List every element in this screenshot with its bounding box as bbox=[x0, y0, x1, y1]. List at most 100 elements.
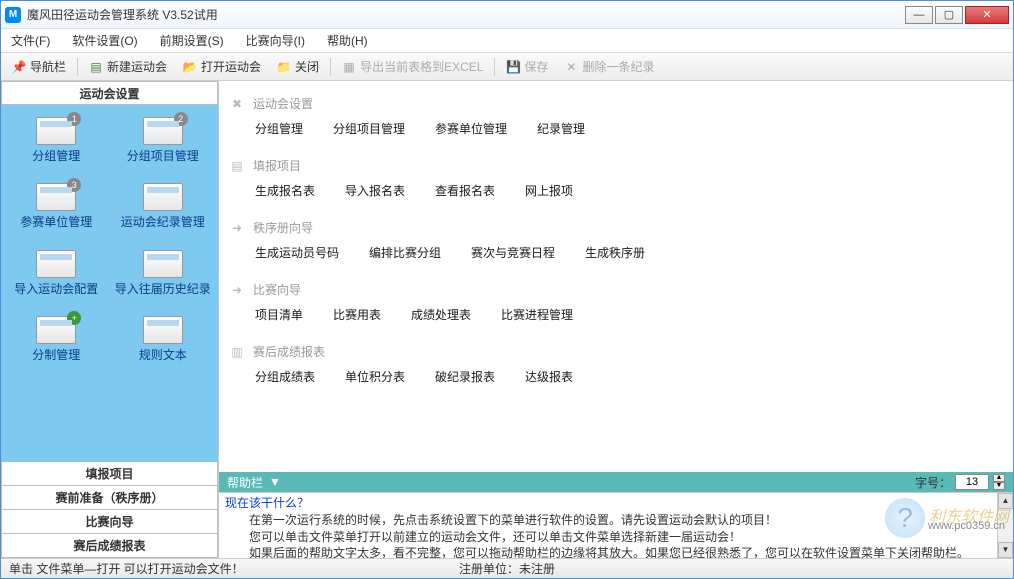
link-4-0[interactable]: 分组成绩表 bbox=[255, 368, 315, 385]
sidebar-item-4[interactable]: 导入运动会配置 bbox=[5, 244, 108, 302]
toolbar-new-games[interactable]: ▤ 新建运动会 bbox=[82, 55, 174, 78]
link-4-3[interactable]: 达级报表 bbox=[525, 368, 573, 385]
sidebar-item-1[interactable]: 2 分组项目管理 bbox=[112, 111, 215, 169]
sidebar-item-label: 分组管理 bbox=[32, 149, 80, 163]
table-icon bbox=[143, 183, 183, 211]
table-icon bbox=[143, 316, 183, 344]
section-title: 赛后成绩报表 bbox=[253, 343, 325, 360]
toolbar-open-label: 打开运动会 bbox=[201, 58, 261, 75]
toolbar-delete-record[interactable]: ✕ 删除一条纪录 bbox=[557, 55, 661, 78]
toolbar-open-games[interactable]: 📂 打开运动会 bbox=[176, 55, 268, 78]
sidebar-item-label: 规则文本 bbox=[139, 348, 187, 362]
report-icon: ▥ bbox=[229, 344, 245, 360]
sidebar-header-settings[interactable]: 运动会设置 bbox=[1, 81, 218, 105]
link-1-3[interactable]: 网上报项 bbox=[525, 182, 573, 199]
toolbar-delete-label: 删除一条纪录 bbox=[582, 58, 654, 75]
toolbar-close[interactable]: 📁 关闭 bbox=[270, 55, 326, 78]
menu-pre-settings[interactable]: 前期设置(S) bbox=[156, 30, 228, 51]
sidebar-section-0[interactable]: 填报项目 bbox=[1, 462, 218, 486]
minimize-button[interactable]: — bbox=[905, 6, 933, 24]
link-0-0[interactable]: 分组管理 bbox=[255, 120, 303, 137]
sidebar-item-3[interactable]: 运动会纪录管理 bbox=[112, 177, 215, 235]
link-2-2[interactable]: 赛次与竞赛日程 bbox=[471, 244, 555, 261]
font-size-input[interactable] bbox=[955, 474, 989, 490]
table-icon: 2 bbox=[143, 117, 183, 145]
badge: 3 bbox=[67, 178, 81, 192]
maximize-button[interactable]: ▢ bbox=[935, 6, 963, 24]
section-title: 秩序册向导 bbox=[253, 219, 313, 236]
sidebar-section-3[interactable]: 赛后成绩报表 bbox=[1, 534, 218, 558]
link-0-3[interactable]: 纪录管理 bbox=[537, 120, 585, 137]
link-1-2[interactable]: 查看报名表 bbox=[435, 182, 495, 199]
link-1-1[interactable]: 导入报名表 bbox=[345, 182, 405, 199]
sidebar-section-1[interactable]: 赛前准备（秩序册） bbox=[1, 486, 218, 510]
menu-competition-wizard[interactable]: 比赛向导(I) bbox=[242, 30, 309, 51]
table-icon: 3 bbox=[36, 183, 76, 211]
section-head-0: ✖运动会设置 bbox=[229, 95, 1003, 112]
section-head-1: ▤ 填报项目 bbox=[229, 157, 1003, 174]
sidebar-item-7[interactable]: 规则文本 bbox=[112, 310, 215, 368]
scroll-up-icon[interactable]: ▲ bbox=[998, 493, 1013, 509]
link-2-3[interactable]: 生成秩序册 bbox=[585, 244, 645, 261]
toolbar-close-label: 关闭 bbox=[295, 58, 319, 75]
toolbar-save-label: 保存 bbox=[524, 58, 548, 75]
section-title: 比赛向导 bbox=[253, 281, 301, 298]
separator bbox=[330, 58, 331, 76]
sidebar-item-6[interactable]: + 分制管理 bbox=[5, 310, 108, 368]
sidebar-item-label: 导入往届历史纪录 bbox=[115, 282, 211, 296]
link-0-1[interactable]: 分组项目管理 bbox=[333, 120, 405, 137]
tools-icon: ✖ bbox=[229, 96, 245, 112]
delete-icon: ✕ bbox=[564, 60, 578, 74]
sidebar-section-2[interactable]: 比赛向导 bbox=[1, 510, 218, 534]
save-icon: 💾 bbox=[506, 60, 520, 74]
link-2-0[interactable]: 生成运动员号码 bbox=[255, 244, 339, 261]
status-left: 单击 文件菜单—打开 可以打开运动会文件！ bbox=[9, 560, 244, 577]
status-reg-value: 未注册 bbox=[519, 562, 555, 576]
menu-help[interactable]: 帮助(H) bbox=[323, 30, 372, 51]
folder-icon: 📁 bbox=[277, 60, 291, 74]
folder-open-icon: 📂 bbox=[183, 60, 197, 74]
link-2-1[interactable]: 编排比赛分组 bbox=[369, 244, 441, 261]
link-0-2[interactable]: 参赛单位管理 bbox=[435, 120, 507, 137]
table-icon: + bbox=[36, 316, 76, 344]
badge: 1 bbox=[67, 112, 81, 126]
font-size-up[interactable]: ▲ bbox=[993, 474, 1005, 482]
scroll-down-icon[interactable]: ▼ bbox=[998, 542, 1013, 558]
sidebar-item-5[interactable]: 导入往届历史纪录 bbox=[112, 244, 215, 302]
toolbar-export-excel[interactable]: ▦ 导出当前表格到EXCEL bbox=[335, 55, 490, 78]
font-size-label: 字号： bbox=[915, 474, 951, 491]
menu-software-settings[interactable]: 软件设置(O) bbox=[68, 30, 141, 51]
form-icon: ▤ bbox=[229, 158, 245, 174]
link-4-1[interactable]: 单位积分表 bbox=[345, 368, 405, 385]
help-question: 现在该干什么？ bbox=[225, 495, 1007, 512]
help-line-1: 在第一次运行系统的时候，先点击系统设置下的菜单进行软件的设置。请先设置运动会默认… bbox=[249, 512, 1007, 529]
link-3-2[interactable]: 成绩处理表 bbox=[411, 306, 471, 323]
sidebar-item-label: 参赛单位管理 bbox=[20, 215, 92, 229]
toolbar-save[interactable]: 💾 保存 bbox=[499, 55, 555, 78]
link-3-1[interactable]: 比赛用表 bbox=[333, 306, 381, 323]
link-3-0[interactable]: 项目清单 bbox=[255, 306, 303, 323]
table-icon: 1 bbox=[36, 117, 76, 145]
font-size-down[interactable]: ▼ bbox=[993, 482, 1005, 490]
link-4-2[interactable]: 破纪录报表 bbox=[435, 368, 495, 385]
sidebar-item-0[interactable]: 1 分组管理 bbox=[5, 111, 108, 169]
badge: 2 bbox=[174, 112, 188, 126]
window-title: 魔风田径运动会管理系统 V3.52试用 bbox=[27, 6, 905, 23]
collapse-icon[interactable]: ▼ bbox=[269, 475, 281, 489]
sidebar-item-label: 分制管理 bbox=[32, 348, 80, 362]
help-line-2: 您可以单击文件菜单打开以前建立的运动会文件，还可以单击文件菜单选择新建一届运动会… bbox=[249, 529, 1007, 546]
section-title: 填报项目 bbox=[253, 157, 301, 174]
sidebar-item-label: 分组项目管理 bbox=[127, 149, 199, 163]
link-3-3[interactable]: 比赛进程管理 bbox=[501, 306, 573, 323]
toolbar-nav[interactable]: 📌 导航栏 bbox=[5, 55, 73, 78]
help-scrollbar[interactable]: ▲ ▼ bbox=[997, 493, 1013, 558]
status-reg-label: 注册单位： bbox=[459, 562, 519, 576]
app-icon: M bbox=[5, 7, 21, 23]
sidebar-item-2[interactable]: 3 参赛单位管理 bbox=[5, 177, 108, 235]
sidebar-item-label: 运动会纪录管理 bbox=[121, 215, 205, 229]
link-1-0[interactable]: 生成报名表 bbox=[255, 182, 315, 199]
menu-file[interactable]: 文件(F) bbox=[7, 30, 54, 51]
table-icon bbox=[36, 250, 76, 278]
close-button[interactable]: ✕ bbox=[965, 6, 1009, 24]
separator bbox=[494, 58, 495, 76]
